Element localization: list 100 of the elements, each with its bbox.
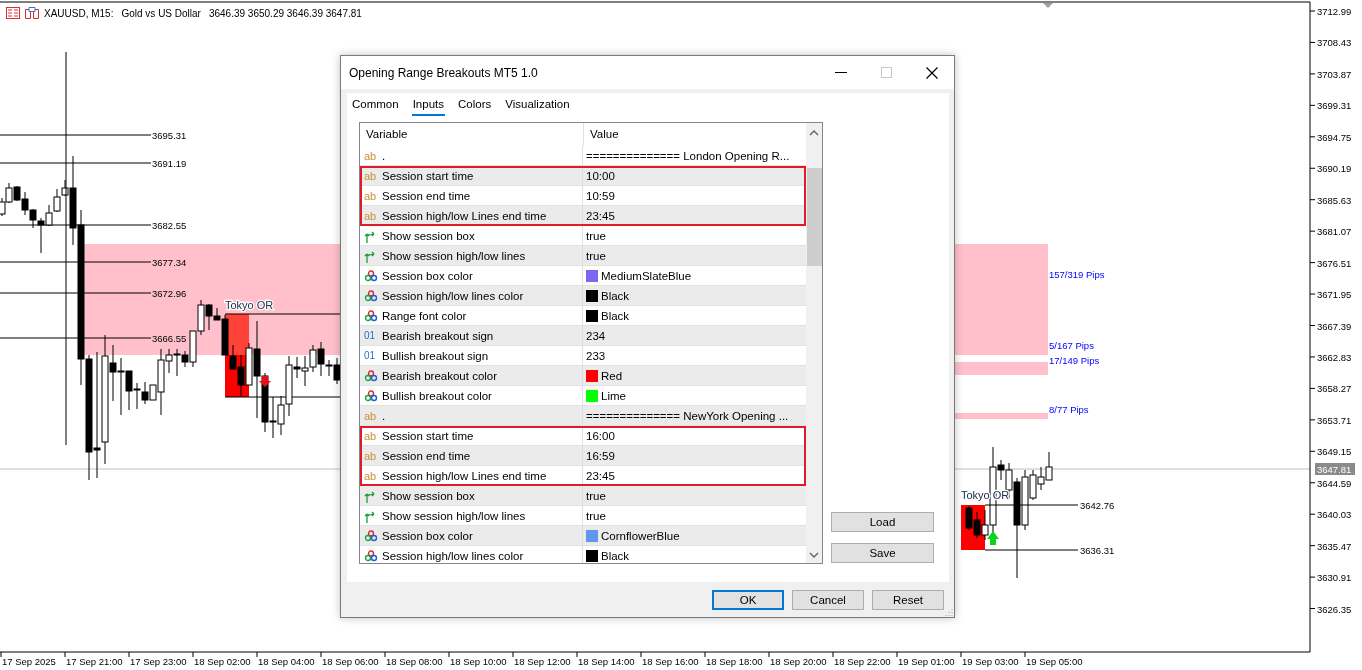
level-label: 3636.31 bbox=[1080, 545, 1115, 556]
parameter-name: Range font color bbox=[382, 309, 467, 322]
tab[interactable]: Inputs bbox=[411, 96, 445, 116]
time-axis-label: 17 Sep 21:00 bbox=[66, 656, 123, 667]
dialog-button[interactable]: Cancel bbox=[792, 590, 864, 610]
price-axis-label: 3644.59 bbox=[1317, 477, 1352, 489]
parameter-value: true bbox=[586, 509, 606, 522]
tab[interactable]: Common bbox=[351, 96, 400, 114]
parameter-row[interactable]: ab Session high/low Lines end time 23:45 bbox=[360, 466, 806, 486]
parameter-row[interactable]: Bullish breakout color Lime bbox=[360, 386, 806, 406]
price-axis-label: 3694.75 bbox=[1317, 131, 1352, 143]
parameter-row[interactable]: Show session box true bbox=[360, 486, 806, 506]
close-icon[interactable] bbox=[926, 66, 938, 79]
dialog-button[interactable]: Load bbox=[831, 512, 934, 532]
parameter-row[interactable]: Session box color CornflowerBlue bbox=[360, 526, 806, 546]
dialog-button[interactable]: Reset bbox=[872, 590, 944, 610]
pips-label: 157/319 Pips bbox=[1049, 269, 1105, 280]
pips-label: 5/167 Pips bbox=[1049, 340, 1094, 351]
parameter-row[interactable]: Show session high/low lines true bbox=[360, 246, 806, 266]
parameter-value: 10:00 bbox=[586, 169, 615, 182]
type-icon: ab bbox=[364, 469, 378, 482]
parameter-name: Session start time bbox=[382, 429, 474, 442]
parameter-row[interactable]: Session high/low lines color Black bbox=[360, 286, 806, 306]
parameter-value: true bbox=[586, 229, 606, 242]
parameter-name: Session high/low Lines end time bbox=[382, 209, 547, 222]
tab[interactable]: Visualization bbox=[504, 96, 571, 114]
type-icon: ab bbox=[364, 169, 378, 182]
scroll-up-icon[interactable] bbox=[809, 130, 819, 136]
column-header[interactable]: Variable bbox=[360, 123, 583, 146]
type-icon: ab bbox=[364, 189, 378, 202]
pips-label: 17/149 Pips bbox=[1049, 355, 1100, 366]
palette-icon bbox=[364, 309, 378, 322]
tab[interactable]: Colors bbox=[457, 96, 493, 114]
price-axis-label: 3708.43 bbox=[1317, 37, 1352, 49]
session-label: Tokyo OR bbox=[225, 299, 274, 311]
scroll-down-icon[interactable] bbox=[809, 552, 819, 558]
parameter-name: . bbox=[382, 149, 386, 162]
parameter-name: Bullish breakout sign bbox=[382, 349, 489, 362]
list-icon[interactable] bbox=[6, 7, 20, 19]
parameter-name: Show session box bbox=[382, 489, 475, 502]
parameter-name: Show session high/low lines bbox=[382, 249, 526, 262]
scrollbar-thumb[interactable] bbox=[806, 168, 822, 266]
parameter-row[interactable]: Bearish breakout color Red bbox=[360, 366, 806, 386]
down-arrow-icon bbox=[259, 376, 271, 387]
parameter-value: true bbox=[586, 249, 606, 262]
parameter-name: . bbox=[382, 409, 386, 422]
price-axis-label: 3630.91 bbox=[1317, 572, 1352, 584]
palette-icon bbox=[364, 369, 378, 382]
parameter-value: 16:59 bbox=[586, 449, 615, 462]
time-axis-label: 19 Sep 01:00 bbox=[898, 656, 955, 667]
price-axis-label: 3685.63 bbox=[1317, 194, 1352, 206]
parameter-row[interactable]: ab Session end time 16:59 bbox=[360, 446, 806, 466]
toolbox-icon[interactable] bbox=[25, 7, 39, 19]
price-axis-label: 3653.71 bbox=[1317, 414, 1352, 426]
scrollbar[interactable] bbox=[806, 123, 822, 563]
parameter-row[interactable]: 01 Bullish breakout sign 233 bbox=[360, 346, 806, 366]
parameter-row[interactable]: ab Session high/low Lines end time 23:45 bbox=[360, 206, 806, 226]
price-axis-label: 3662.83 bbox=[1317, 351, 1352, 363]
parameter-name: Bullish breakout color bbox=[382, 389, 492, 402]
dialog-button[interactable]: OK bbox=[712, 590, 784, 610]
price-axis-label: 3626.35 bbox=[1317, 603, 1352, 615]
parameter-value: true bbox=[586, 489, 606, 502]
level-label: 3682.55 bbox=[152, 220, 187, 231]
parameter-value: 234 bbox=[586, 329, 606, 342]
parameter-row[interactable]: ab Session start time 10:00 bbox=[360, 166, 806, 186]
parameter-row[interactable]: ab . ============== London Opening R... bbox=[360, 146, 806, 166]
price-axis-label: 3712.99 bbox=[1317, 6, 1352, 17]
parameter-value: MediumSlateBlue bbox=[601, 269, 692, 282]
chart-shift-icon[interactable] bbox=[1043, 3, 1053, 8]
palette-icon bbox=[364, 529, 378, 542]
time-axis-label: 18 Sep 08:00 bbox=[386, 656, 443, 667]
parameter-row[interactable]: Range font color Black bbox=[360, 306, 806, 326]
parameter-name: Session end time bbox=[382, 189, 471, 202]
parameter-row[interactable]: Session box color MediumSlateBlue bbox=[360, 266, 806, 286]
level-label: 3642.76 bbox=[1080, 500, 1115, 511]
parameter-row[interactable]: Show session high/low lines true bbox=[360, 506, 806, 526]
time-axis-label: 19 Sep 03:00 bbox=[962, 656, 1019, 667]
parameter-row[interactable]: ab Session end time 10:59 bbox=[360, 186, 806, 206]
price-axis-label: 3667.39 bbox=[1317, 320, 1352, 332]
parameter-row[interactable]: 01 Bearish breakout sign 234 bbox=[360, 326, 806, 346]
parameter-name: Show session high/low lines bbox=[382, 509, 526, 522]
time-axis-label: 18 Sep 22:00 bbox=[834, 656, 891, 667]
time-axis-label: 18 Sep 06:00 bbox=[322, 656, 379, 667]
parameter-name: Bearish breakout color bbox=[382, 369, 498, 382]
parameter-value: 23:45 bbox=[586, 469, 615, 482]
price-axis-label: 3635.47 bbox=[1317, 540, 1352, 552]
dialog-button[interactable]: Save bbox=[831, 543, 934, 563]
price-axis-label: 3671.95 bbox=[1317, 289, 1352, 301]
parameter-name: Session end time bbox=[382, 449, 471, 462]
parameter-name: Session high/low lines color bbox=[382, 549, 524, 562]
resize-grip-icon[interactable] bbox=[945, 608, 953, 616]
parameter-row[interactable]: ab Session start time 16:00 bbox=[360, 426, 806, 446]
parameter-value: Lime bbox=[601, 389, 626, 402]
time-axis-label: 18 Sep 20:00 bbox=[770, 656, 827, 667]
parameter-name: Session box color bbox=[382, 269, 473, 282]
parameter-row[interactable]: ab . ============== NewYork Opening ... bbox=[360, 406, 806, 426]
type-icon: 01 bbox=[364, 350, 378, 361]
parameter-row[interactable]: Show session box true bbox=[360, 226, 806, 246]
price-axis-label: 3703.87 bbox=[1317, 68, 1352, 80]
minimize-icon[interactable] bbox=[835, 71, 847, 74]
